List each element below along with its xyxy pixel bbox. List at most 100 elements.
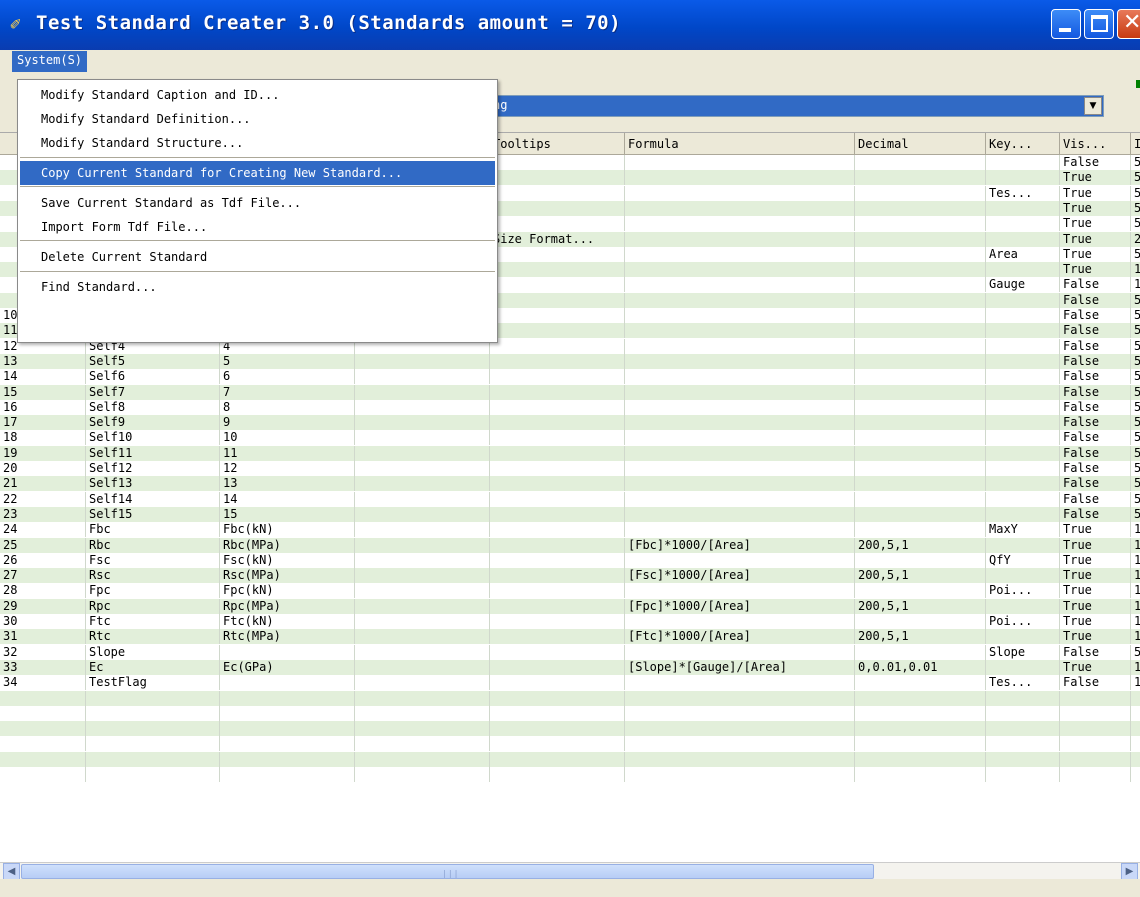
table-cell-col-index[interactable]: 27 xyxy=(0,568,86,584)
table-cell-col-name[interactable]: Rtc xyxy=(86,629,220,645)
table-cell-col-key[interactable] xyxy=(986,399,1060,415)
table-cell-col-tooltips[interactable] xyxy=(490,415,625,431)
table-cell-col-formula[interactable] xyxy=(625,522,855,538)
table-cell-col-extra[interactable] xyxy=(355,721,490,737)
table-cell-col-visible[interactable]: True xyxy=(1060,568,1131,584)
table-cell-col-caption[interactable]: Ec(GPa) xyxy=(220,659,355,675)
table-cell-col-extra[interactable] xyxy=(355,552,490,568)
table-cell-col-extra[interactable] xyxy=(355,537,490,553)
table-cell-col-formula[interactable] xyxy=(625,552,855,568)
chevron-down-icon[interactable]: ▼ xyxy=(1084,97,1102,115)
table-cell-col-decimal[interactable] xyxy=(855,644,986,660)
table-cell-col-name[interactable] xyxy=(86,721,220,737)
table-cell-col-caption[interactable]: 9 xyxy=(220,415,355,431)
table-cell-col-decimal[interactable] xyxy=(855,476,986,492)
table-cell-col-tooltips[interactable] xyxy=(490,338,625,354)
table-cell-col-formula[interactable]: [Fpc]*1000/[Area] xyxy=(625,598,855,614)
table-cell-col-key[interactable] xyxy=(986,323,1060,339)
table-cell-col-index[interactable]: 30 xyxy=(0,614,86,629)
close-button[interactable]: ✕ xyxy=(1117,9,1140,39)
table-cell-col-tooltips[interactable] xyxy=(490,369,625,385)
table-cell-col-index[interactable]: 26 xyxy=(0,552,86,568)
table-cell-col-name[interactable]: Self6 xyxy=(86,369,220,385)
table-cell-col-last[interactable] xyxy=(1131,706,1140,721)
table-cell-col-name[interactable]: Self14 xyxy=(86,491,220,507)
table-cell-col-last[interactable]: 5 xyxy=(1131,415,1140,430)
table-cell-col-name[interactable] xyxy=(86,767,220,782)
table-cell-col-extra[interactable] xyxy=(355,614,490,629)
table-cell-col-decimal[interactable] xyxy=(855,399,986,415)
table-cell-col-visible[interactable]: True xyxy=(1060,170,1131,186)
table-cell-col-extra[interactable] xyxy=(355,583,490,599)
table-cell-col-last[interactable]: 5 xyxy=(1131,354,1140,369)
menu-item-7[interactable]: Delete Current Standard xyxy=(20,245,495,269)
table-cell-col-extra[interactable] xyxy=(355,369,490,385)
table-cell-col-formula[interactable] xyxy=(625,399,855,415)
table-cell-col-name[interactable]: Self5 xyxy=(86,353,220,369)
table-cell-col-last[interactable]: 5 xyxy=(1131,400,1140,415)
table-cell-col-last[interactable]: 5 xyxy=(1131,339,1140,354)
table-cell-col-last[interactable]: 5 xyxy=(1131,507,1140,522)
table-row[interactable]: 21Self1313 False5 xyxy=(0,476,1140,492)
table-cell-col-visible[interactable]: False xyxy=(1060,384,1131,400)
standard-select[interactable]: ng ▼ xyxy=(490,95,1104,117)
table-cell-col-last[interactable] xyxy=(1131,736,1140,751)
table-cell-col-last[interactable]: 1 xyxy=(1131,277,1140,292)
table-cell-col-formula[interactable] xyxy=(625,170,855,186)
table-cell-col-last[interactable]: 5 xyxy=(1131,216,1140,231)
table-cell-col-formula[interactable]: [Fsc]*1000/[Area] xyxy=(625,568,855,584)
table-cell-col-index[interactable]: 32 xyxy=(0,644,86,660)
table-cell-col-visible[interactable]: True xyxy=(1060,614,1131,629)
table-cell-col-caption[interactable]: Fbc(kN) xyxy=(220,522,355,538)
table-row[interactable] xyxy=(0,767,1140,782)
table-cell-col-tooltips[interactable] xyxy=(490,185,625,201)
table-cell-col-decimal[interactable] xyxy=(855,767,986,782)
table-cell-col-tooltips[interactable] xyxy=(490,476,625,492)
table-cell-col-tooltips[interactable] xyxy=(490,399,625,415)
table-cell-col-extra[interactable] xyxy=(355,598,490,614)
table-cell-col-formula[interactable] xyxy=(625,277,855,293)
table-cell-col-extra[interactable] xyxy=(355,659,490,675)
table-cell-col-visible[interactable]: True xyxy=(1060,659,1131,675)
table-cell-col-name[interactable]: Rbc xyxy=(86,537,220,553)
table-cell-col-name[interactable]: Self11 xyxy=(86,445,220,461)
table-cell-col-key[interactable] xyxy=(986,415,1060,431)
table-cell-col-key[interactable] xyxy=(986,231,1060,247)
table-cell-col-decimal[interactable] xyxy=(855,323,986,339)
table-cell-col-tooltips[interactable] xyxy=(490,721,625,737)
table-cell-col-key[interactable] xyxy=(986,170,1060,186)
table-cell-col-last[interactable]: 5 xyxy=(1131,476,1140,491)
table-cell-col-decimal[interactable] xyxy=(855,185,986,201)
table-cell-col-caption[interactable]: 15 xyxy=(220,506,355,522)
table-cell-col-index[interactable] xyxy=(0,705,86,721)
table-cell-col-tooltips[interactable] xyxy=(490,216,625,232)
table-row[interactable] xyxy=(0,721,1140,737)
table-cell-col-name[interactable] xyxy=(86,690,220,706)
table-cell-col-name[interactable]: Self10 xyxy=(86,430,220,446)
table-cell-col-index[interactable]: 21 xyxy=(0,476,86,492)
table-row[interactable] xyxy=(0,705,1140,721)
table-cell-col-key[interactable] xyxy=(986,292,1060,308)
table-cell-col-tooltips[interactable] xyxy=(490,262,625,278)
table-cell-col-extra[interactable] xyxy=(355,705,490,721)
table-cell-col-caption[interactable] xyxy=(220,721,355,737)
table-cell-col-tooltips[interactable] xyxy=(490,292,625,308)
table-cell-col-index[interactable]: 15 xyxy=(0,384,86,400)
scroll-left-button[interactable]: ◀ xyxy=(3,863,20,880)
table-cell-col-key[interactable] xyxy=(986,445,1060,461)
table-cell-col-decimal[interactable] xyxy=(855,338,986,354)
table-cell-col-last[interactable]: 1 xyxy=(1131,583,1140,598)
table-cell-col-visible[interactable] xyxy=(1060,767,1131,782)
table-cell-col-visible[interactable]: False xyxy=(1060,308,1131,323)
table-cell-col-visible[interactable]: True xyxy=(1060,522,1131,538)
table-cell-col-caption[interactable] xyxy=(220,751,355,767)
table-cell-col-tooltips[interactable] xyxy=(490,353,625,369)
table-cell-col-last[interactable] xyxy=(1131,691,1140,706)
table-cell-col-caption[interactable]: Rpc(MPa) xyxy=(220,598,355,614)
table-cell-col-visible[interactable]: False xyxy=(1060,292,1131,308)
table-cell-col-name[interactable] xyxy=(86,705,220,721)
table-cell-col-decimal[interactable] xyxy=(855,246,986,262)
table-cell-col-key[interactable] xyxy=(986,537,1060,553)
table-cell-col-extra[interactable] xyxy=(355,353,490,369)
table-cell-col-key[interactable] xyxy=(986,338,1060,354)
